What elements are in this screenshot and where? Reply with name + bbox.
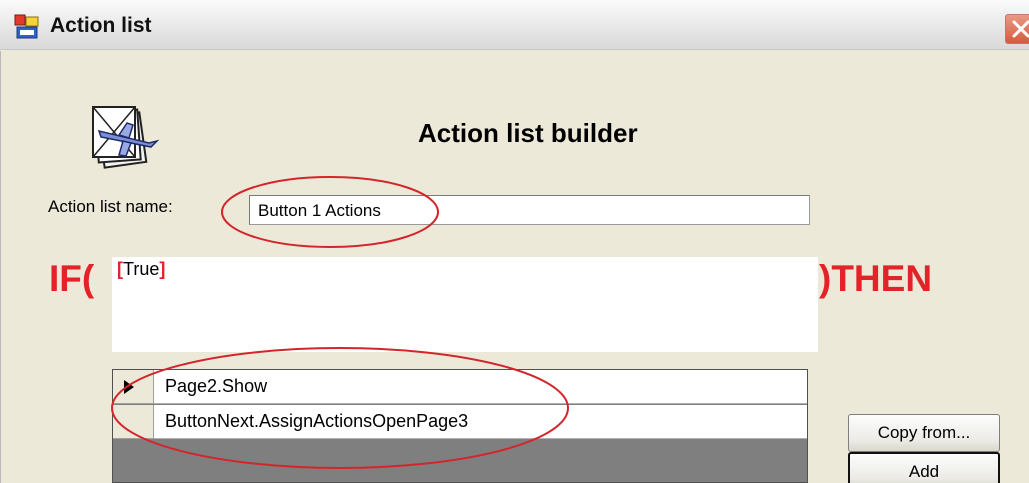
then-label: )THEN <box>819 258 933 299</box>
condition-expression: [True] <box>117 259 165 280</box>
airplane-document-icon <box>79 101 169 171</box>
current-row-arrow-icon <box>123 379 135 395</box>
table-row[interactable]: ButtonNext.AssignActionsOpenPage3 <box>113 405 807 439</box>
table-row[interactable]: Page2.Show <box>113 370 807 404</box>
add-button[interactable]: Add <box>848 452 1000 483</box>
close-button[interactable] <box>1005 14 1029 44</box>
actions-grid[interactable]: Page2.Show ButtonNext.AssignActionsOpenP… <box>112 369 808 483</box>
window-title: Action list <box>50 14 152 37</box>
title-bar: Action list <box>0 0 1029 50</box>
if-label: IF( <box>49 258 95 299</box>
action-cell[interactable]: ButtonNext.AssignActionsOpenPage3 <box>165 411 468 432</box>
action-list-name-label: Action list name: <box>48 197 173 216</box>
row-header[interactable] <box>113 370 154 404</box>
copy-from-button[interactable]: Copy from... <box>848 414 1000 452</box>
condition-close-bracket: ] <box>159 259 166 279</box>
action-cell[interactable]: Page2.Show <box>165 376 267 397</box>
action-list-window: Action list Action list builder Action l… <box>0 0 1029 483</box>
condition-value: True <box>123 259 160 279</box>
page-title: Action list builder <box>418 118 638 148</box>
action-list-name-input[interactable]: Button 1 Actions <box>249 195 810 225</box>
condition-editor[interactable]: [True] <box>112 257 818 352</box>
app-window-icon <box>14 14 40 40</box>
row-header[interactable] <box>113 405 154 439</box>
close-icon <box>1006 16 1029 42</box>
